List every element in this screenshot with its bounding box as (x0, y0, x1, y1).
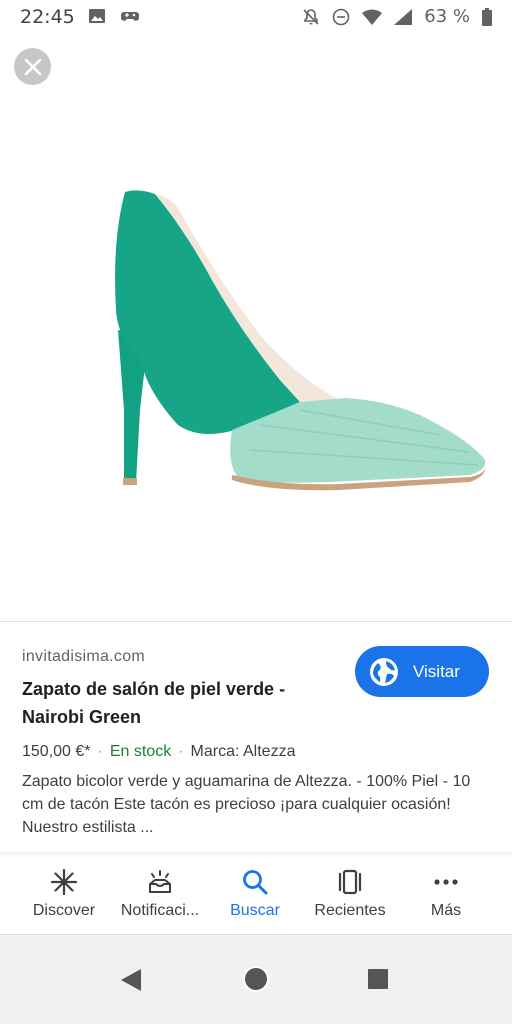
brand: Marca: Altezza (190, 743, 296, 760)
bottom-nav: Discover Notificaci... Buscar Recientes … (0, 858, 512, 935)
game-controller-icon (121, 12, 139, 21)
visit-button[interactable]: Visitar (355, 646, 489, 697)
nav-recents[interactable]: Recientes (300, 858, 400, 934)
result-description: Zapato bicolor verde y aguamarina de Alt… (22, 773, 471, 836)
result-domain[interactable]: invitadisima.com (22, 648, 145, 666)
asterisk-icon (50, 868, 78, 896)
notifications-off-icon (303, 8, 319, 25)
do-not-disturb-icon (332, 8, 350, 25)
nav-discover[interactable]: Discover (14, 858, 114, 934)
nav-label: Discover (32, 902, 96, 919)
nav-notifications[interactable]: Notificaci... (110, 858, 210, 934)
signal-icon (394, 8, 413, 25)
nav-search[interactable]: Buscar (205, 858, 305, 934)
more-horizontal-icon (434, 879, 458, 885)
system-nav-bar (0, 935, 512, 1024)
divider (0, 621, 512, 622)
search-icon (243, 870, 268, 895)
close-icon (24, 58, 41, 75)
price: 150,00 €* (22, 743, 91, 760)
nav-label: Recientes (314, 902, 386, 919)
result-title[interactable]: Zapato de salón de piel verde - Nairobi … (22, 675, 342, 731)
globe-icon (370, 657, 398, 686)
visit-button-label: Visitar (413, 661, 460, 681)
notifications-icon (149, 870, 171, 893)
battery-text: 63 % (424, 6, 470, 27)
battery-icon (482, 7, 492, 26)
result-meta: 150,00 €* · En stock · Marca: Altezza (22, 743, 296, 760)
home-icon[interactable] (242, 965, 270, 993)
back-icon[interactable] (119, 967, 143, 993)
nav-label: Notificaci... (120, 902, 200, 919)
product-image[interactable] (0, 80, 512, 620)
nav-label: Más (430, 902, 462, 919)
overview-icon[interactable] (367, 968, 389, 990)
nav-more[interactable]: Más (396, 858, 496, 934)
close-button[interactable] (14, 48, 51, 85)
status-time: 22:45 (20, 6, 75, 28)
recents-icon (338, 869, 362, 895)
image-icon (89, 9, 105, 23)
wifi-icon (362, 9, 383, 25)
stock-status: En stock (109, 743, 172, 760)
status-bar: 22:45 63 % (0, 0, 512, 36)
nav-label: Buscar (230, 902, 280, 919)
green-pump-shoe (115, 190, 486, 491)
